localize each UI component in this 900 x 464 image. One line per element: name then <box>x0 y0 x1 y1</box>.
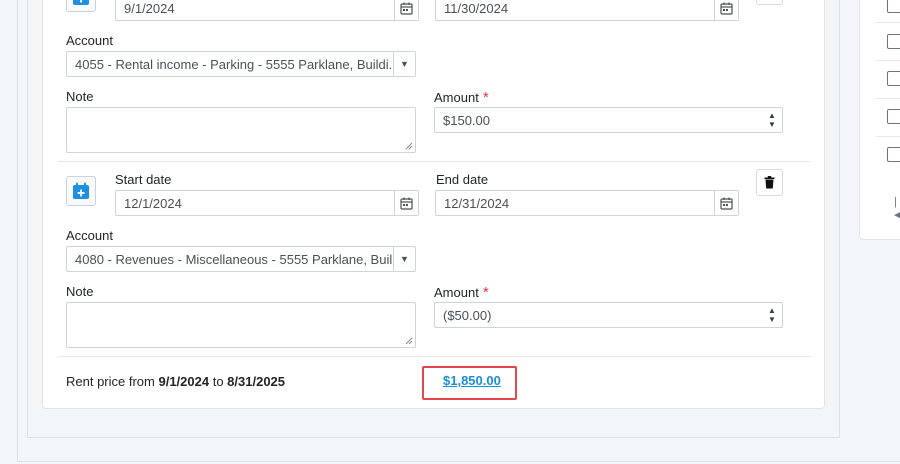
summary-from-date: 9/1/2024 <box>158 374 210 389</box>
row-checkbox[interactable] <box>887 34 900 49</box>
spin-up-icon[interactable]: ▲ <box>768 306 776 315</box>
amount-label-text: Amount <box>434 90 479 105</box>
amount-input[interactable]: $150.00 ▲ ▼ <box>434 107 783 133</box>
rent-price-summary: Rent price from 9/1/2024 to 8/31/2025 <box>66 374 285 389</box>
account-label: Account <box>66 33 113 48</box>
row-divider <box>58 356 811 357</box>
calendar-plus-icon <box>73 182 89 199</box>
required-mark: * <box>482 284 489 301</box>
trash-icon <box>764 176 775 189</box>
resize-grip-icon[interactable] <box>405 337 413 345</box>
start-date-input[interactable]: 9/1/2024 <box>115 0 419 21</box>
resize-grip-icon[interactable] <box>405 142 413 150</box>
end-date-input[interactable]: 12/31/2024 <box>435 190 739 216</box>
account-label: Account <box>66 228 113 243</box>
spin-up-icon[interactable]: ▲ <box>768 111 776 120</box>
account-select[interactable]: 4080 - Revenues - Miscellaneous - 5555 P… <box>66 246 416 272</box>
add-calendar-button[interactable] <box>66 176 96 206</box>
caret-down-icon[interactable]: ▼ <box>393 247 415 271</box>
calendar-icon[interactable] <box>394 191 418 215</box>
row-checkbox[interactable] <box>887 71 900 86</box>
calendar-icon[interactable] <box>714 0 738 20</box>
side-divider <box>876 60 900 61</box>
total-price-link[interactable]: $1,850.00 <box>443 373 501 388</box>
first-page-icon[interactable]: |◀ <box>894 196 900 221</box>
note-label: Note <box>66 89 94 104</box>
end-date-value: 12/31/2024 <box>444 195 510 211</box>
side-divider <box>876 98 900 99</box>
amount-input[interactable]: ($50.00) ▲ ▼ <box>434 302 783 328</box>
account-value: 4055 - Rental income - Parking - 5555 Pa… <box>75 56 393 72</box>
spin-down-icon[interactable]: ▼ <box>768 120 776 129</box>
calendar-icon[interactable] <box>714 191 738 215</box>
row-checkbox[interactable] <box>887 0 900 13</box>
summary-middle: to <box>209 374 228 389</box>
row-checkbox[interactable] <box>887 147 900 162</box>
delete-row-button[interactable] <box>756 169 783 196</box>
account-select[interactable]: 4055 - Rental income - Parking - 5555 Pa… <box>66 51 416 77</box>
amount-label: Amount * <box>434 89 489 106</box>
note-textarea[interactable] <box>66 302 416 348</box>
amount-label-text: Amount <box>434 285 479 300</box>
amount-value: ($50.00) <box>443 307 492 323</box>
summary-to-date: 8/31/2025 <box>227 374 286 389</box>
note-label: Note <box>66 284 94 299</box>
end-date-input[interactable]: 11/30/2024 <box>435 0 739 21</box>
spin-down-icon[interactable]: ▼ <box>768 315 776 324</box>
side-divider <box>876 136 900 137</box>
note-textarea[interactable] <box>66 107 416 153</box>
summary-prefix: Rent price from <box>66 374 159 389</box>
add-calendar-button[interactable] <box>66 0 96 12</box>
caret-down-icon[interactable]: ▼ <box>393 52 415 76</box>
amount-label: Amount * <box>434 284 489 301</box>
start-date-input[interactable]: 12/1/2024 <box>115 190 419 216</box>
start-date-value: 9/1/2024 <box>124 0 175 16</box>
row-divider <box>58 161 811 162</box>
calendar-plus-icon <box>73 0 89 5</box>
amount-spinner[interactable]: ▲ ▼ <box>762 303 782 327</box>
side-divider <box>876 22 900 23</box>
required-mark: * <box>482 89 489 106</box>
amount-spinner[interactable]: ▲ ▼ <box>762 108 782 132</box>
delete-row-button[interactable] <box>756 0 783 5</box>
row-checkbox[interactable] <box>887 109 900 124</box>
start-date-label: Start date <box>115 172 172 187</box>
end-date-value: 11/30/2024 <box>444 0 509 16</box>
amount-value: $150.00 <box>443 112 490 128</box>
account-value: 4080 - Revenues - Miscellaneous - 5555 P… <box>75 251 393 267</box>
end-date-label: End date <box>436 172 489 187</box>
start-date-value: 12/1/2024 <box>124 195 182 211</box>
calendar-icon[interactable] <box>394 0 418 20</box>
